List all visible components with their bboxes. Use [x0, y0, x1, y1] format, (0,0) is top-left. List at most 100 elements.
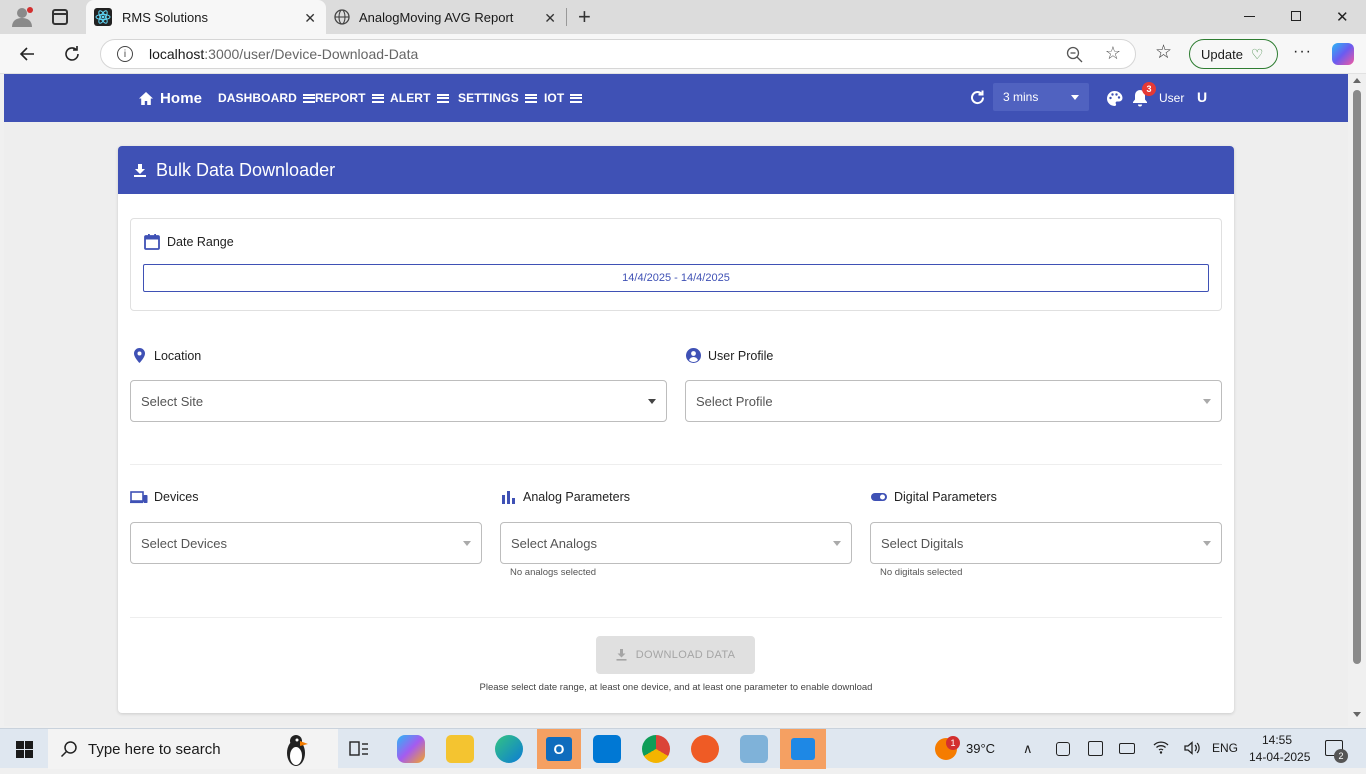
download-label: DOWNLOAD DATA — [635, 649, 736, 661]
menu-icon — [436, 93, 449, 103]
dropdown-arrow-icon — [1203, 541, 1211, 546]
update-label: Update — [1201, 46, 1243, 62]
copilot-icon[interactable] — [1332, 43, 1354, 65]
profile-icon[interactable] — [10, 6, 34, 28]
outlook-icon[interactable]: O — [537, 729, 581, 769]
temperature[interactable]: 39°C — [966, 741, 995, 756]
file-explorer-icon[interactable] — [446, 735, 474, 763]
devices-select[interactable]: Select Devices — [130, 522, 482, 564]
refresh-interval-select[interactable]: 3 mins — [993, 83, 1089, 111]
dropdown-arrow-icon — [1203, 399, 1211, 404]
update-heart-icon: ♡ — [1250, 45, 1264, 62]
analog-params-label: Analog Parameters — [502, 490, 630, 504]
account-circle-icon — [686, 348, 701, 363]
page-viewport: Home DASHBOARD REPORT ALERT SETTINGS IOT… — [4, 74, 1348, 726]
notification-badge: 3 — [1142, 82, 1156, 96]
analogs-helper-text: No analogs selected — [510, 567, 597, 578]
palette-icon[interactable] — [1106, 90, 1123, 112]
nav-dashboard[interactable]: DASHBOARD — [218, 74, 315, 122]
scroll-down-icon[interactable] — [1353, 712, 1361, 717]
dropdown-arrow-icon — [463, 541, 471, 546]
meet-icon[interactable] — [1056, 742, 1070, 756]
battery-icon[interactable] — [1119, 743, 1135, 754]
menu-icon — [570, 93, 583, 103]
home-icon — [139, 91, 153, 105]
zoom-icon[interactable] — [1066, 46, 1083, 66]
volume-icon[interactable] — [1183, 739, 1201, 762]
favorites-icon[interactable]: ☆ — [1155, 41, 1172, 64]
tab-actions-icon[interactable] — [52, 9, 68, 25]
user-profile-label: User Profile — [686, 348, 773, 363]
task-view-icon[interactable] — [349, 739, 369, 759]
date-range-input[interactable]: 14/4/2025 - 14/4/2025 — [143, 264, 1209, 292]
nav-label: IOT — [544, 91, 565, 105]
nav-label: ALERT — [390, 91, 431, 105]
nav-report[interactable]: REPORT — [315, 74, 384, 122]
edge-browser-icon[interactable] — [495, 735, 523, 763]
clock-time[interactable]: 14:55 — [1262, 733, 1292, 747]
refresh-icon[interactable] — [969, 89, 986, 111]
update-button[interactable]: Update ♡ — [1189, 39, 1278, 69]
nav-label: DASHBOARD — [218, 91, 297, 105]
nav-settings[interactable]: SETTINGS — [458, 74, 537, 122]
reload-icon[interactable] — [62, 44, 82, 69]
postman-icon[interactable] — [691, 735, 719, 763]
taskbar-search-box[interactable]: Type here to search — [48, 729, 338, 769]
app-navbar: Home DASHBOARD REPORT ALERT SETTINGS IOT… — [4, 74, 1348, 122]
url-bar[interactable]: i localhost:3000/user/Device-Download-Da… — [100, 39, 1136, 69]
close-tab-icon[interactable]: ✕ — [544, 10, 556, 27]
dropdown-arrow-icon — [833, 541, 841, 546]
label-text: Digital Parameters — [894, 490, 997, 504]
close-window-icon[interactable]: ✕ — [1336, 8, 1349, 26]
scrollbar-thumb[interactable] — [1353, 90, 1361, 664]
copilot-taskbar-icon[interactable] — [397, 735, 425, 763]
label-text: Analog Parameters — [523, 490, 631, 504]
new-tab-icon[interactable]: + — [578, 4, 591, 30]
download-data-button[interactable]: DOWNLOAD DATA — [596, 636, 755, 674]
analogs-select[interactable]: Select Analogs — [500, 522, 852, 564]
card-title: Bulk Data Downloader — [156, 159, 336, 180]
close-tab-icon[interactable]: ✕ — [304, 10, 316, 27]
section-divider — [130, 617, 1222, 618]
scroll-up-icon[interactable] — [1353, 78, 1361, 83]
page-scrollbar[interactable] — [1348, 74, 1366, 726]
show-hidden-icons-icon[interactable]: ∧ — [1023, 741, 1033, 757]
user-avatar[interactable]: U — [1197, 89, 1207, 105]
photos-icon[interactable] — [780, 729, 826, 769]
tab-rms-solutions[interactable]: RMS Solutions ✕ — [86, 0, 326, 34]
section-divider — [130, 464, 1222, 465]
tab-analog-report[interactable]: AnalogMoving AVG Report ✕ — [326, 0, 566, 34]
user-menu[interactable]: User — [1159, 91, 1184, 105]
clipboard-icon[interactable] — [1088, 741, 1103, 756]
chrome-icon[interactable] — [642, 735, 670, 763]
notepad-icon[interactable] — [740, 735, 768, 763]
restore-icon[interactable] — [1291, 11, 1301, 21]
profile-select[interactable]: Select Profile — [685, 380, 1222, 422]
bulk-download-card: Bulk Data Downloader Date Range 14/4/202… — [118, 146, 1234, 713]
nav-label: REPORT — [315, 91, 366, 105]
wifi-icon[interactable] — [1153, 739, 1169, 760]
label-text: Location — [154, 348, 202, 363]
nav-iot[interactable]: IOT — [544, 74, 583, 122]
label-text: User Profile — [708, 348, 774, 363]
info-icon[interactable]: i — [117, 46, 133, 62]
vscode-icon[interactable] — [593, 735, 621, 763]
clock-date[interactable]: 14-04-2025 — [1249, 750, 1310, 764]
windows-start-icon[interactable] — [16, 741, 33, 758]
menu-icon — [302, 93, 315, 103]
more-options-icon[interactable]: ··· — [1293, 43, 1312, 61]
tab-divider — [566, 8, 567, 26]
date-range-label: Date Range — [144, 233, 234, 250]
nav-home[interactable]: Home — [138, 74, 202, 122]
dropdown-arrow-icon — [648, 399, 656, 404]
site-select[interactable]: Select Site — [130, 380, 667, 422]
input-language[interactable]: ENG — [1212, 741, 1238, 755]
download-icon — [134, 164, 146, 177]
minimize-icon[interactable] — [1244, 16, 1255, 17]
label-text: Devices — [154, 490, 199, 504]
nav-alert[interactable]: ALERT — [390, 74, 449, 122]
back-icon[interactable] — [18, 44, 38, 69]
favorite-star-icon[interactable]: ☆ — [1105, 43, 1121, 64]
digitals-select[interactable]: Select Digitals — [870, 522, 1222, 564]
search-icon — [60, 741, 77, 758]
